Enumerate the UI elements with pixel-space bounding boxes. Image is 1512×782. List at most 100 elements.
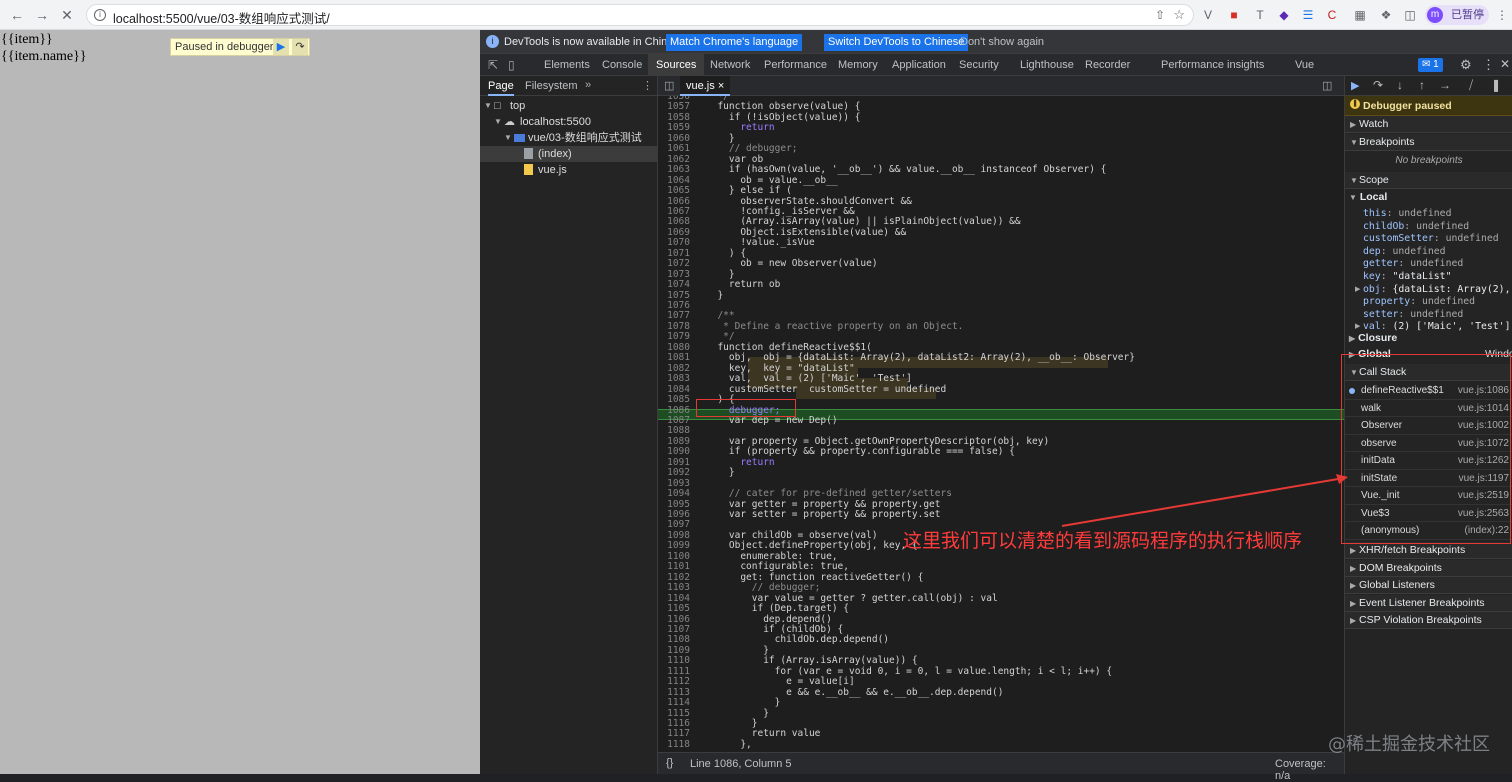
tree-label: vue.js	[538, 164, 567, 176]
sidebar-section[interactable]: ▶ XHR/fetch Breakpoints	[1345, 542, 1512, 559]
info-icon[interactable]: i	[94, 9, 106, 21]
scope-key: property	[1363, 296, 1411, 308]
scope-variable[interactable]: childOb: undefined	[1345, 220, 1512, 233]
device-toolbar-icon[interactable]: ▯	[508, 58, 515, 72]
more-tabs-icon[interactable]: »	[585, 79, 591, 91]
section-scope[interactable]: ▼ Scope	[1345, 172, 1512, 189]
issues-count: 1	[1433, 59, 1439, 70]
extension-icon[interactable]: T	[1252, 7, 1268, 23]
step-over-icon[interactable]: ↷	[292, 39, 308, 55]
scope-value: undefined	[1410, 308, 1464, 320]
sidepanel-icon[interactable]: ◫	[1402, 7, 1418, 23]
close-tab-icon[interactable]: ×	[718, 80, 724, 92]
tab-performance[interactable]: Performance	[757, 54, 834, 76]
tab-recorder[interactable]: Recorder	[1078, 54, 1137, 76]
scope-variable[interactable]: property: undefined	[1345, 295, 1512, 308]
tree-item-folder[interactable]: ▼ vue/03-数组响应式测试	[480, 130, 658, 146]
code-area[interactable]: 1056 */1057 function observe(value) {105…	[658, 96, 1344, 752]
tab-sources[interactable]: Sources	[648, 54, 705, 76]
code-line: return ob	[706, 279, 781, 291]
scope-local-header[interactable]: ▼ Local	[1349, 191, 1387, 203]
tree-item-index[interactable]: (index)	[480, 146, 658, 162]
toggle-debugger-icon[interactable]: ◫	[1322, 79, 1332, 92]
step-out-icon[interactable]: ↑	[1419, 78, 1425, 92]
address-bar[interactable]: i localhost:5500/vue/03-数组响应式测试/ ⇧ ☆	[86, 4, 1194, 26]
scope-variable[interactable]: setter: undefined	[1345, 308, 1512, 321]
sidebar-section[interactable]: ▶ Global Listeners	[1345, 577, 1512, 594]
back-icon[interactable]: ←	[8, 6, 26, 24]
line-number[interactable]: 1085	[658, 394, 690, 405]
scope-variable[interactable]: dep: undefined	[1345, 245, 1512, 258]
url-text[interactable]: localhost:5500/vue/03-数组响应式测试/	[113, 8, 330, 27]
sidebar-section[interactable]: ▶ CSP Violation Breakpoints	[1345, 612, 1512, 629]
scope-variable[interactable]: key: "dataList"	[1345, 270, 1512, 283]
match-language-button[interactable]: Match Chrome's language	[666, 34, 803, 51]
pretty-print-button[interactable]: {}	[666, 757, 673, 769]
dont-show-again-link[interactable]: Don't show again	[960, 36, 1044, 48]
more-options-icon[interactable]: ⋮	[1482, 57, 1495, 73]
scope-closure-header[interactable]: ▶ Closure	[1349, 332, 1397, 344]
scope-variable[interactable]: getter: undefined	[1345, 257, 1512, 270]
sidebar-section[interactable]: ▶ Event Listener Breakpoints	[1345, 594, 1512, 612]
line-number[interactable]: 1105	[658, 603, 690, 614]
deactivate-breakpoints-icon[interactable]: ⧸	[1469, 78, 1473, 93]
tab-network[interactable]: Network	[703, 54, 757, 76]
tab-page[interactable]: Page	[488, 80, 514, 96]
profile-button[interactable]: m 已暂停	[1425, 5, 1489, 25]
issues-badge[interactable]: ✉ 1	[1418, 58, 1443, 72]
extension-icon[interactable]: C	[1324, 7, 1340, 23]
tree-item-top[interactable]: ▼ □ top	[480, 98, 658, 114]
switch-chinese-button[interactable]: Switch DevTools to Chinese	[824, 34, 969, 51]
tab-security[interactable]: Security	[952, 54, 1006, 76]
tab-console[interactable]: Console	[595, 54, 649, 76]
menu-kebab-icon[interactable]: ⋮	[1494, 7, 1510, 23]
step-icon[interactable]: →	[1439, 78, 1451, 92]
scope-variable[interactable]: customSetter: undefined	[1345, 232, 1512, 245]
section-watch[interactable]: ▶ Watch	[1345, 116, 1512, 133]
resume-icon[interactable]: ▶	[1351, 79, 1359, 92]
bookmark-star-icon[interactable]: ☆	[1173, 7, 1185, 23]
puzzle-icon[interactable]: ❖	[1378, 7, 1394, 23]
extension-icon[interactable]: V	[1200, 7, 1216, 23]
scope-key: childOb	[1363, 220, 1405, 232]
extension-icon[interactable]: ☰	[1300, 7, 1316, 23]
tab-application[interactable]: Application	[885, 54, 953, 76]
tab-filesystem[interactable]: Filesystem	[525, 80, 578, 92]
extension-icon[interactable]: ◆	[1276, 7, 1292, 23]
section-breakpoints[interactable]: ▼ Breakpoints	[1345, 134, 1512, 151]
line-number[interactable]: 1114	[658, 697, 690, 708]
scope-variable[interactable]: ▶ obj: {dataList: Array(2),	[1345, 283, 1512, 296]
scope-separator: :	[1433, 233, 1446, 245]
editor-tab-vuejs[interactable]: vue.js ×	[680, 76, 731, 96]
sidebar-section[interactable]: ▶ DOM Breakpoints	[1345, 559, 1512, 577]
tree-item-vuejs[interactable]: vue.js	[480, 162, 658, 178]
tab-performance-insights[interactable]: Performance insights	[1154, 54, 1271, 76]
gear-icon[interactable]: ⚙	[1460, 57, 1472, 73]
resume-icon[interactable]: ▶	[273, 39, 289, 55]
scope-key: customSetter	[1363, 233, 1434, 245]
tree-item-host[interactable]: ▼ ☁ localhost:5500	[480, 114, 658, 130]
pause-on-exceptions-icon[interactable]: ❚	[1491, 78, 1501, 92]
step-into-icon[interactable]: ↓	[1397, 78, 1403, 92]
line-number[interactable]: 1094	[658, 488, 690, 499]
more-options-icon[interactable]: ⋮	[642, 79, 653, 92]
tab-elements[interactable]: Elements	[537, 54, 597, 76]
tab-memory[interactable]: Memory	[831, 54, 885, 76]
scope-variable[interactable]: this: undefined	[1345, 207, 1512, 220]
tab-lighthouse[interactable]: Lighthouse	[1013, 54, 1081, 76]
line-number[interactable]: 1065	[658, 185, 690, 196]
line-number[interactable]: 1074	[658, 279, 690, 290]
toggle-navigator-icon[interactable]: ◫	[664, 79, 674, 92]
forward-icon[interactable]: →	[33, 6, 51, 24]
inspect-element-icon[interactable]: ⇱	[488, 58, 498, 72]
step-over-icon[interactable]: ↷	[1373, 78, 1383, 92]
extension-icon[interactable]: ▦	[1352, 7, 1368, 23]
paused-label: Paused in debugger	[175, 41, 274, 53]
devtools-tabbar: ⇱ ▯ Elements Console Sources Network Per…	[480, 54, 1512, 76]
extension-icon[interactable]: ■	[1226, 7, 1242, 23]
line-number[interactable]: 1118	[658, 739, 690, 750]
close-icon[interactable]: ✕	[1500, 57, 1510, 71]
stop-loading-icon[interactable]: ✕	[58, 6, 76, 24]
tab-vue[interactable]: Vue	[1288, 54, 1321, 76]
share-icon[interactable]: ⇧	[1155, 8, 1165, 22]
